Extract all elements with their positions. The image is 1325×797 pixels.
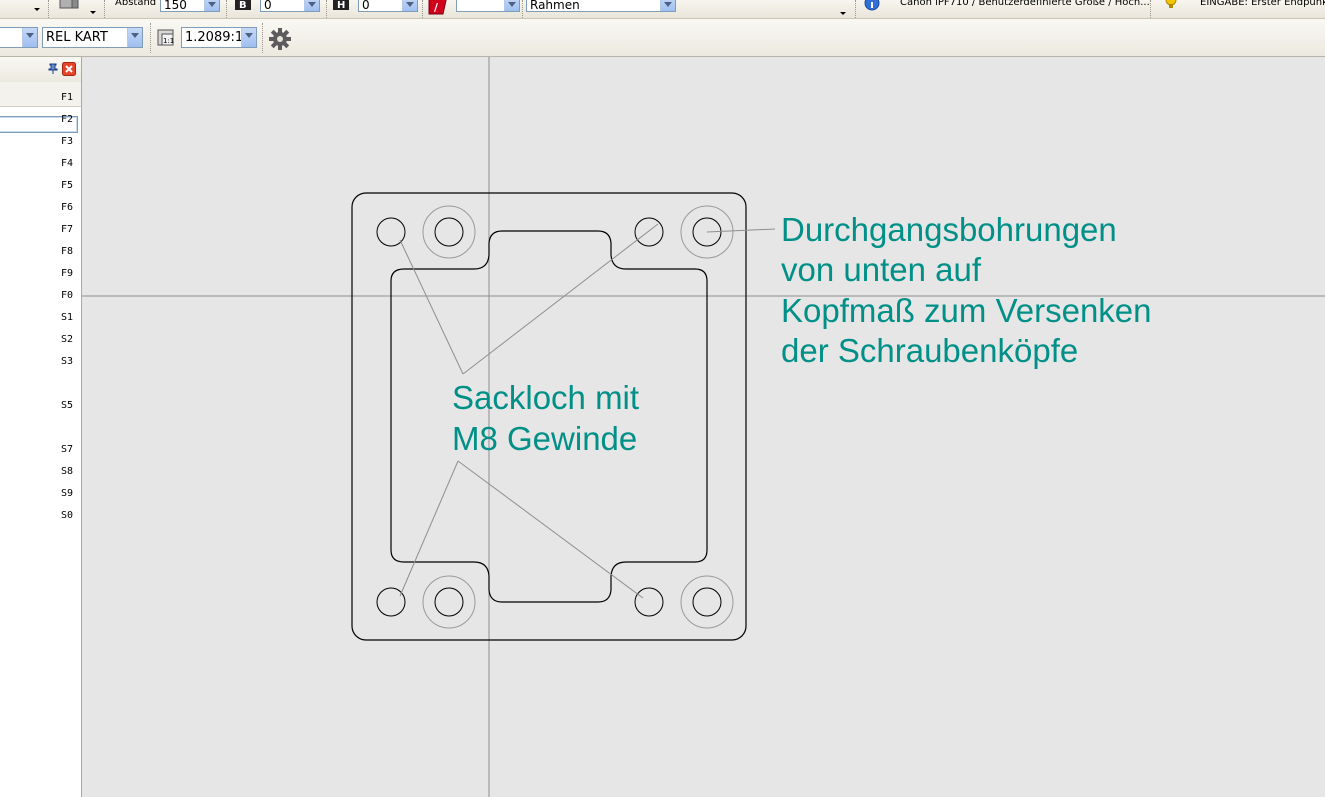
function-key-s7[interactable]: S7 bbox=[61, 444, 73, 455]
function-key-f0[interactable]: F0 bbox=[61, 290, 73, 301]
top-toolbar: Abstand 150 B 0 H 0 / Rahmen Canon iPF71… bbox=[0, 0, 1325, 19]
function-key-s2[interactable]: S2 bbox=[61, 334, 73, 345]
annotation-line: Sackloch mit bbox=[452, 379, 639, 416]
annotation-line: von unten auf bbox=[781, 251, 982, 288]
blind-hole bbox=[634, 217, 664, 247]
annotation-blind-holes: Sackloch mit M8 Gewinde bbox=[452, 379, 648, 457]
function-key-s5[interactable]: S5 bbox=[61, 400, 73, 411]
function-key-f4[interactable]: F4 bbox=[61, 158, 73, 169]
annotation-line: Durchgangsbohrungen bbox=[781, 211, 1117, 248]
pin-icon[interactable] bbox=[47, 63, 59, 75]
printer-info: Canon iPF710 / Benutzerdefinierte Größe … bbox=[900, 0, 1150, 8]
plate-outline bbox=[351, 192, 747, 641]
panel-header bbox=[0, 57, 81, 83]
chevron-down-icon[interactable] bbox=[204, 0, 219, 11]
layer-combo[interactable]: Rahmen bbox=[526, 0, 676, 12]
chevron-down-icon[interactable] bbox=[127, 28, 142, 47]
svg-text:H: H bbox=[337, 0, 345, 11]
chevron-down-icon[interactable] bbox=[504, 0, 519, 11]
b-value-combo[interactable]: 0 bbox=[260, 0, 320, 12]
chevron-down-icon[interactable] bbox=[22, 28, 37, 47]
function-key-f1[interactable]: F1 bbox=[61, 92, 73, 103]
through-hole bbox=[422, 205, 476, 259]
through-hole bbox=[680, 575, 734, 629]
function-key-f8[interactable]: F8 bbox=[61, 246, 73, 257]
dropdown-arrow-icon[interactable] bbox=[34, 8, 40, 11]
annotation-line: der Schraubenköpfe bbox=[781, 332, 1078, 369]
h-height-icon: H bbox=[333, 0, 349, 11]
svg-text:1:1: 1:1 bbox=[163, 37, 174, 45]
function-key-f9[interactable]: F9 bbox=[61, 268, 73, 279]
drawing-canvas[interactable]: Durchgangsbohrungen von unten auf Kopfma… bbox=[82, 57, 1325, 797]
function-key-f6[interactable]: F6 bbox=[61, 202, 73, 213]
chevron-down-icon[interactable] bbox=[241, 28, 256, 47]
info-icon[interactable] bbox=[864, 0, 880, 12]
lightbulb-icon bbox=[1165, 0, 1177, 8]
function-key-f5[interactable]: F5 bbox=[61, 180, 73, 191]
function-key-s3[interactable]: S3 bbox=[61, 356, 73, 367]
b-width-icon: B bbox=[235, 0, 251, 11]
chevron-down-icon[interactable] bbox=[402, 0, 417, 11]
annotation-line: M8 Gewinde bbox=[452, 420, 637, 457]
function-key-s9[interactable]: S9 bbox=[61, 488, 73, 499]
status-input-text: EINGABE: Erster Endpunkt bbox=[1200, 0, 1325, 8]
function-key-panel: F1 F2 F3 F4 F5 F6 F7 F8 F9 F0 S1 S2 S3 S5 S7 S8 S9 S0 bbox=[0, 57, 82, 797]
left-small-combo[interactable] bbox=[0, 27, 38, 48]
blind-hole bbox=[376, 587, 406, 617]
abstand-label: Abstand bbox=[115, 0, 157, 8]
svg-text:B: B bbox=[239, 0, 247, 11]
chevron-down-icon[interactable] bbox=[304, 0, 319, 11]
second-toolbar: REL KART 1:1 1.2089:1 bbox=[0, 19, 1325, 57]
color-pen-icon: / bbox=[428, 0, 447, 15]
function-key-s0[interactable]: S0 bbox=[61, 510, 73, 521]
function-key-f7[interactable]: F7 bbox=[61, 224, 73, 235]
annotation-line: Kopfmaß zum Versenken bbox=[781, 292, 1152, 329]
abstand-combo[interactable]: 150 bbox=[160, 0, 220, 12]
color-combo[interactable] bbox=[456, 0, 520, 12]
h-value-combo[interactable]: 0 bbox=[358, 0, 418, 12]
scale-icon[interactable]: 1:1 bbox=[156, 28, 176, 48]
coordinate-mode-combo[interactable]: REL KART bbox=[42, 27, 143, 48]
function-key-f2[interactable]: F2 bbox=[61, 114, 73, 125]
dropdown-arrow-icon[interactable] bbox=[90, 11, 96, 14]
annotation-through-holes: Durchgangsbohrungen von unten auf Kopfma… bbox=[781, 211, 1161, 369]
gear-icon[interactable] bbox=[268, 27, 292, 51]
blind-hole bbox=[634, 587, 664, 617]
scale-combo[interactable]: 1.2089:1 bbox=[181, 27, 257, 48]
close-icon[interactable] bbox=[62, 62, 76, 76]
chevron-down-icon[interactable] bbox=[660, 0, 675, 11]
through-hole bbox=[422, 575, 476, 629]
function-key-s8[interactable]: S8 bbox=[61, 466, 73, 477]
function-key-f3[interactable]: F3 bbox=[61, 136, 73, 147]
dropdown-arrow-icon[interactable] bbox=[840, 12, 846, 15]
view-cube-icon[interactable] bbox=[58, 0, 84, 14]
function-key-s1[interactable]: S1 bbox=[61, 312, 73, 323]
inner-pocket bbox=[390, 230, 708, 603]
